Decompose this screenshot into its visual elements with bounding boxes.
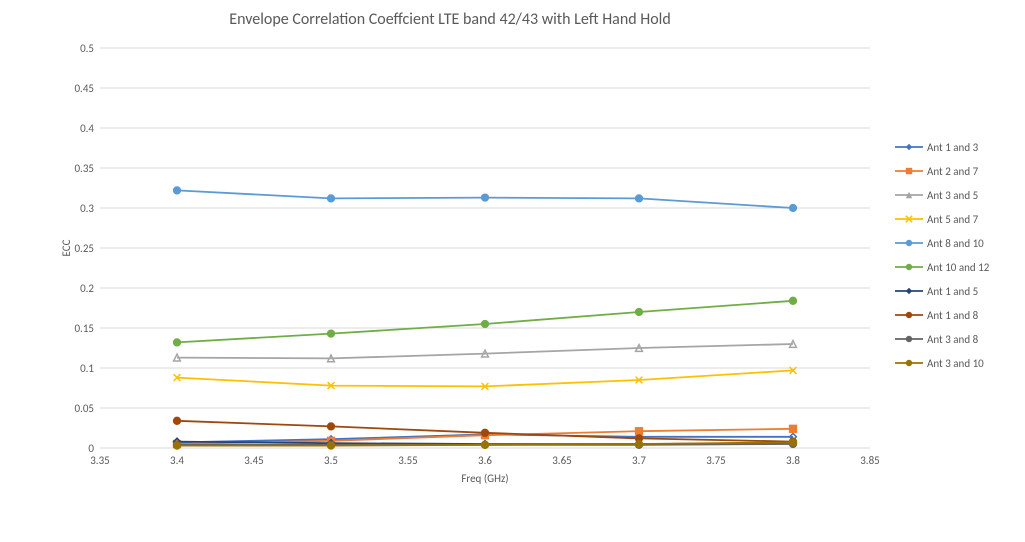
legend-item: Ant 1 and 5	[895, 279, 989, 303]
legend-label: Ant 3 and 5	[927, 189, 978, 202]
legend-label: Ant 1 and 5	[927, 285, 978, 298]
series-line	[174, 367, 797, 390]
x-tick-label: 3.6	[478, 454, 492, 467]
x-tick-label: 3.85	[860, 454, 880, 467]
chart-container: Envelope Correlation Coeffcient LTE band…	[0, 0, 1025, 542]
chart-svg: 00.050.10.150.20.250.30.350.40.450.53.35…	[60, 40, 880, 490]
series-line	[174, 297, 797, 345]
x-tick-label: 3.75	[706, 454, 726, 467]
legend-item: Ant 10 and 12	[895, 255, 989, 279]
chart-title: Envelope Correlation Coeffcient LTE band…	[0, 10, 900, 29]
y-tick-label: 0.05	[74, 402, 94, 415]
legend-label: Ant 3 and 10	[927, 357, 984, 370]
legend-label: Ant 1 and 8	[927, 309, 978, 322]
legend-swatch	[895, 236, 923, 250]
legend-swatch	[895, 356, 923, 370]
legend-swatch	[895, 188, 923, 202]
y-tick-label: 0.1	[80, 362, 94, 375]
legend-item: Ant 1 and 8	[895, 303, 989, 327]
legend-item: Ant 1 and 3	[895, 135, 989, 159]
y-axis-title: ECC	[60, 239, 73, 256]
x-tick-label: 3.45	[244, 454, 264, 467]
legend-swatch	[895, 260, 923, 274]
x-tick-label: 3.8	[786, 454, 800, 467]
legend-swatch	[895, 332, 923, 346]
x-tick-label: 3.55	[398, 454, 418, 467]
legend-swatch	[895, 140, 923, 154]
series-line	[174, 341, 797, 362]
x-tick-label: 3.7	[632, 454, 646, 467]
legend-label: Ant 1 and 3	[927, 141, 978, 154]
legend-item: Ant 2 and 7	[895, 159, 989, 183]
legend-label: Ant 8 and 10	[927, 237, 984, 250]
y-tick-label: 0.25	[74, 242, 94, 255]
legend: Ant 1 and 3 Ant 2 and 7 Ant 3 and 5 Ant 5 a…	[895, 135, 989, 375]
y-tick-label: 0.5	[80, 42, 94, 55]
legend-item: Ant 5 and 7	[895, 207, 989, 231]
y-tick-label: 0.45	[74, 82, 94, 95]
x-tick-label: 3.4	[170, 454, 184, 467]
legend-item: Ant 3 and 10	[895, 351, 989, 375]
y-tick-label: 0.2	[80, 282, 94, 295]
legend-swatch	[895, 308, 923, 322]
legend-label: Ant 10 and 12	[927, 261, 989, 274]
legend-swatch	[895, 164, 923, 178]
legend-item: Ant 3 and 8	[895, 327, 989, 351]
legend-label: Ant 2 and 7	[927, 165, 978, 178]
x-tick-label: 3.35	[90, 454, 110, 467]
legend-label: Ant 5 and 7	[927, 213, 978, 226]
legend-item: Ant 8 and 10	[895, 231, 989, 255]
x-tick-label: 3.65	[552, 454, 572, 467]
y-tick-label: 0.15	[74, 322, 94, 335]
x-axis-title: Freq (GHz)	[461, 472, 508, 485]
legend-swatch	[895, 212, 923, 226]
y-gridlines	[100, 48, 870, 448]
y-tick-label: 0.3	[80, 202, 94, 215]
x-tick-label: 3.5	[324, 454, 338, 467]
y-tick-label: 0.4	[80, 122, 94, 135]
y-tick-label: 0.35	[74, 162, 94, 175]
legend-swatch	[895, 284, 923, 298]
legend-label: Ant 3 and 8	[927, 333, 978, 346]
legend-item: Ant 3 and 5	[895, 183, 989, 207]
plot-area: 00.050.10.150.20.250.30.350.40.450.53.35…	[60, 40, 880, 490]
